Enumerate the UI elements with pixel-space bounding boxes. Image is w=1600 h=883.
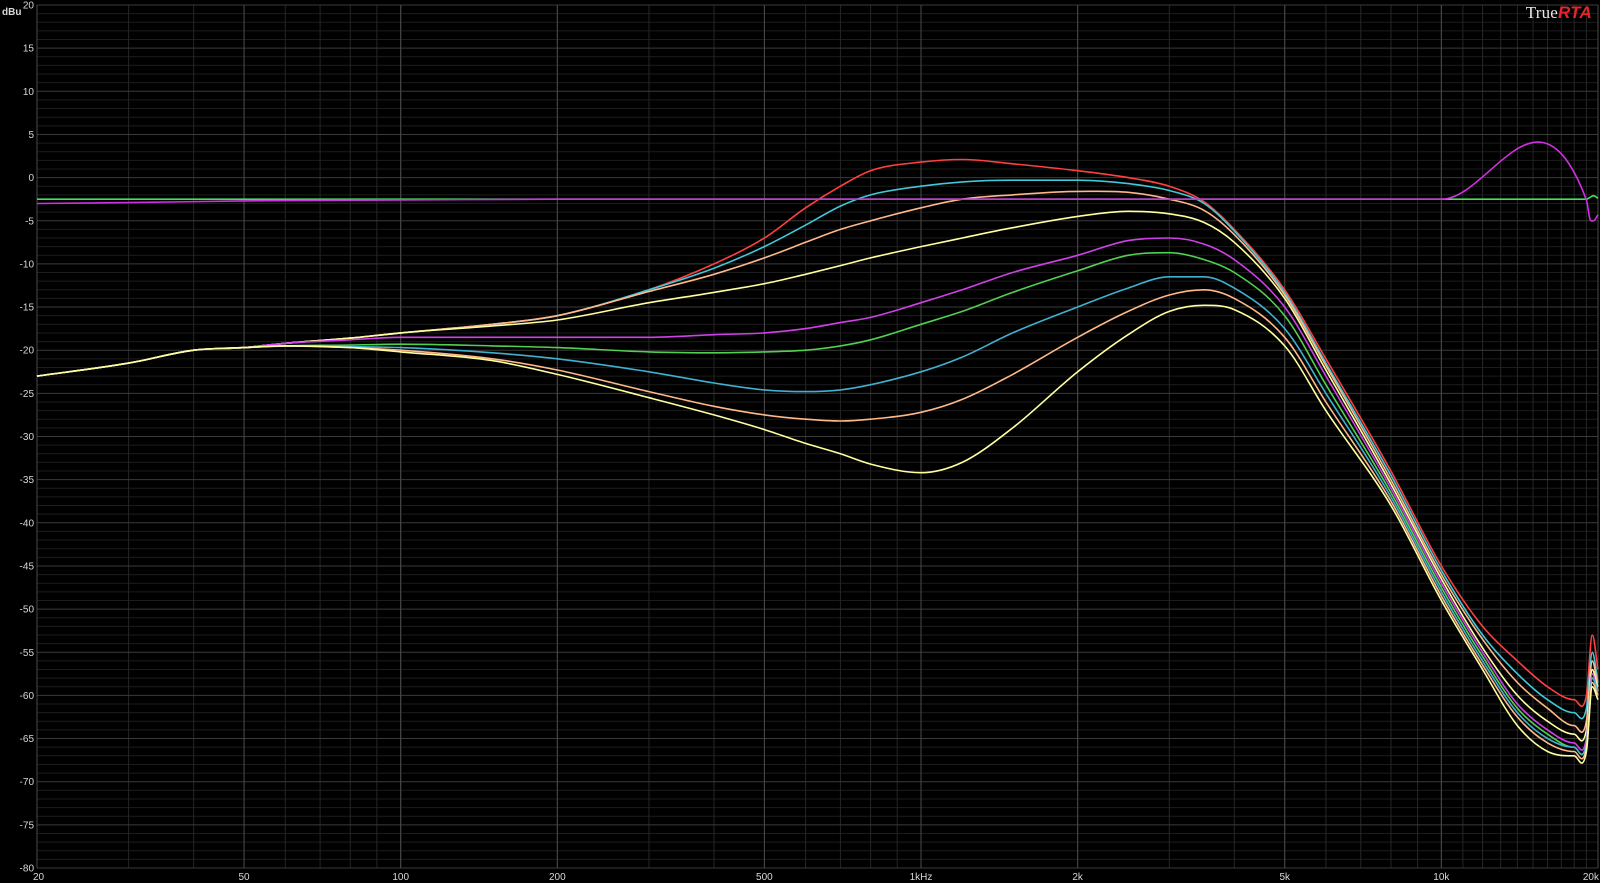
y-axis-ticks: 20 15 10 5 0 -5 -10 -15 -20 -25 -30 -35 -40 -45 -50 -55… xyxy=(20,1,35,875)
y-tick-label: -10 xyxy=(20,259,35,270)
series-line-11 xyxy=(36,141,1599,222)
y-tick-label: -70 xyxy=(20,777,35,788)
x-tick-label: 20 xyxy=(33,872,45,883)
y-tick-label: -75 xyxy=(20,820,35,831)
y-tick-label: -30 xyxy=(20,432,35,443)
y-tick-label: 10 xyxy=(23,87,35,98)
x-tick-label: 2k xyxy=(1072,872,1084,883)
y-axis-unit: dBu xyxy=(2,7,21,18)
series-line-5 xyxy=(36,237,1599,751)
x-tick-label: 20k xyxy=(1583,872,1600,883)
y-tick-label: -5 xyxy=(25,216,34,227)
x-tick-label: 200 xyxy=(549,872,566,883)
y-tick-label: -55 xyxy=(20,648,35,659)
response-chart: 20151050-5-10-15-20-25-30-35-40-45-50-55… xyxy=(2,1,1600,883)
y-tick-label: -65 xyxy=(20,734,35,745)
y-tick-label: -15 xyxy=(20,303,35,314)
x-axis-ticks: 20 50 100 200 500 1kHz 2k 5k 10k 20k xyxy=(33,872,1600,883)
y-tick-label: 15 xyxy=(23,44,35,55)
y-tick-label: -50 xyxy=(20,605,35,616)
x-tick-label: 1kHz xyxy=(910,872,933,883)
y-tick-label: -25 xyxy=(20,389,35,400)
x-tick-label: 5k xyxy=(1279,872,1291,883)
series-line-9 xyxy=(36,304,1599,764)
y-tick-label: -35 xyxy=(20,475,35,486)
y-tick-label: -45 xyxy=(20,561,35,572)
y-tick-label: 5 xyxy=(28,130,34,141)
series-line-6 xyxy=(36,251,1599,756)
x-tick-label: 10k xyxy=(1433,872,1450,883)
y-tick-label: -40 xyxy=(20,518,35,529)
x-tick-label: 100 xyxy=(392,872,409,883)
series-line-8 xyxy=(36,289,1599,760)
y-tick-label: -20 xyxy=(20,346,35,357)
y-tick-label: -60 xyxy=(20,691,35,702)
y-tick-label: 20 xyxy=(23,1,35,12)
series-line-2 xyxy=(36,179,1599,720)
truerta-logo: TrueRTA xyxy=(1526,3,1592,23)
y-tick-label: 0 xyxy=(28,173,34,184)
x-tick-label: 500 xyxy=(756,872,773,883)
brand-accent: RTA xyxy=(1558,3,1592,22)
x-tick-label: 50 xyxy=(238,872,250,883)
brand-prefix: True xyxy=(1525,3,1559,22)
